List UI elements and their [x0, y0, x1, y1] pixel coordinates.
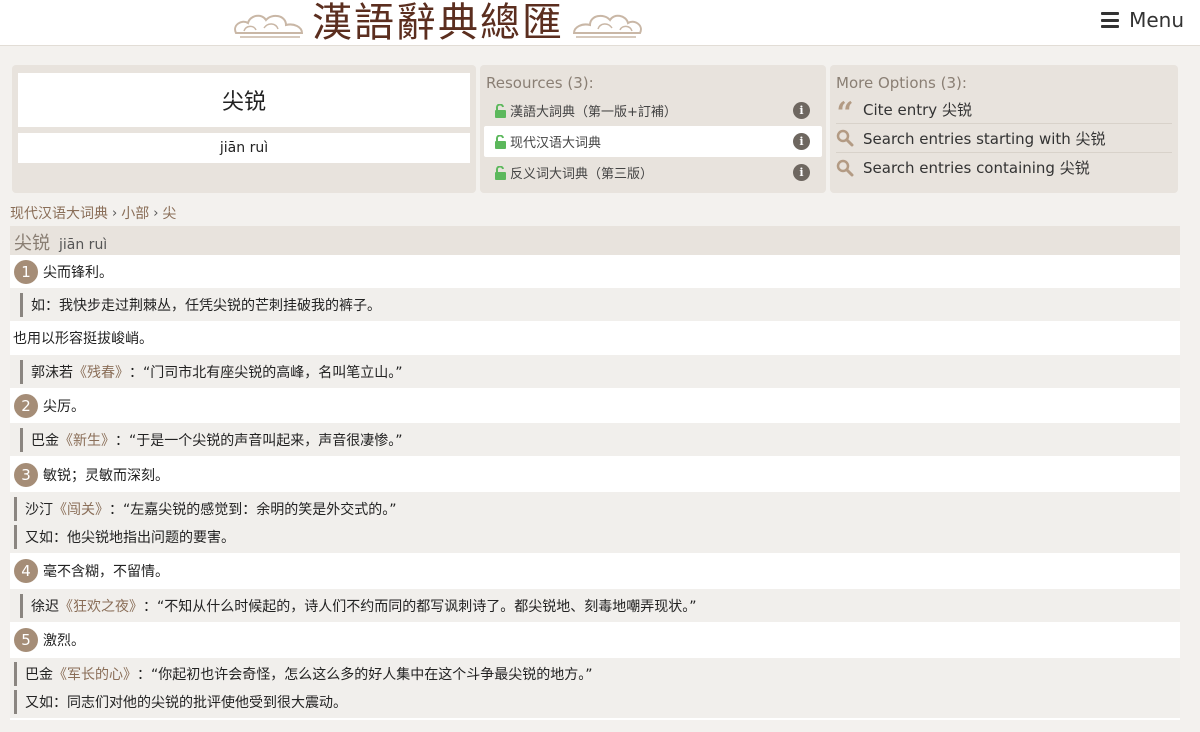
quote-source-link[interactable]: 《新生》	[59, 430, 115, 450]
quote-source-link[interactable]: 《军长的心》	[53, 664, 137, 684]
example-quote: 沙汀 《闯关》 ：“左嘉尖锐的感觉到：余明的笑是外交式的。”	[14, 496, 397, 521]
resources-panel: Resources (3): 漢語大詞典（第一版+訂補） i 现代汉语大词典 i…	[480, 65, 826, 193]
unlock-icon	[495, 134, 506, 149]
sense-row: 5 激烈。	[10, 624, 1180, 656]
resources-list: 漢語大詞典（第一版+訂補） i 现代汉语大词典 i 反义词大词典（第三版） i	[484, 95, 822, 188]
cloud-ornament-right-icon	[572, 14, 642, 38]
info-icon[interactable]: i	[793, 133, 810, 150]
search-starting-option[interactable]: Search entries starting with 尖锐	[836, 124, 1172, 153]
entry-headword: 尖锐	[18, 73, 470, 127]
sense-number: 1	[14, 259, 38, 284]
quote-text: ：“你起初也许会奇怪，怎么这么多的好人集中在这个斗争最尖锐的地方。”	[137, 667, 593, 683]
resource-item-active[interactable]: 现代汉语大词典 i	[484, 126, 822, 157]
quote-source-link[interactable]: 《残春》	[73, 362, 129, 382]
sense-text: 激烈。	[43, 633, 85, 649]
options-list: “ Cite entry 尖锐 Search entries starting …	[836, 95, 1172, 182]
sense-text: 毫不含糊，不留情。	[43, 564, 169, 580]
unlock-icon	[495, 165, 506, 180]
quote-text: ：“左嘉尖锐的感觉到：余明的笑是外交式的。”	[109, 501, 397, 518]
sense-number: 5	[14, 628, 38, 652]
entry-pinyin: jiān ruì	[18, 133, 470, 163]
note-row: 也用以形容挺拔峻峭。	[10, 322, 1180, 354]
breadcrumb-character[interactable]: 尖	[162, 203, 176, 223]
options-title: More Options (3):	[836, 74, 967, 92]
quote-source-link[interactable]: 《狂欢之夜》	[59, 596, 143, 616]
info-icon[interactable]: i	[793, 102, 810, 119]
hamburger-icon	[1101, 12, 1120, 28]
example-quote: 巴金 《新生》 ：“于是一个尖锐的声音叫起来，声音很凄惨。”	[20, 427, 403, 452]
option-label: Search entries containing 尖锐	[863, 159, 1090, 177]
resource-label: 漢語大詞典（第一版+訂補）	[510, 105, 677, 120]
unlock-icon	[495, 103, 506, 118]
logo-text: 漢語辭典總匯	[312, 0, 564, 46]
sense-number: 4	[14, 559, 38, 583]
top-bar: 漢語辭典總匯 Menu	[0, 0, 1200, 46]
sense-text: 敏锐；灵敏而深刻。	[43, 467, 169, 484]
sense-note: 也用以形容挺拔峻峭。	[13, 331, 153, 347]
quote-icon: “	[836, 96, 854, 131]
entry-title-bar: 尖锐 jiān ruì	[10, 226, 1180, 255]
quote-author: 郭沫若	[31, 364, 73, 381]
resources-title: Resources (3):	[486, 74, 594, 92]
example-quote: 如：我快步走过荆棘丛，任凭尖锐的芒刺挂破我的裤子。	[20, 292, 381, 317]
cite-entry-option[interactable]: “ Cite entry 尖锐	[836, 95, 1172, 131]
breadcrumb-radical[interactable]: 小部	[121, 203, 149, 223]
example-quote: 徐迟 《狂欢之夜》 ：“不知从什么时候起的，诗人们不约而同的都写讽刺诗了。都尖锐地、…	[20, 593, 697, 618]
sense-text: 尖厉。	[43, 399, 85, 415]
more-options-panel: More Options (3): “ Cite entry 尖锐 Search…	[830, 65, 1178, 193]
sense-row: 1 尖而锋利。	[10, 256, 1180, 287]
quote-author: 沙汀	[25, 501, 53, 518]
scrollbar[interactable]	[1192, 46, 1200, 732]
example-row: 巴金 《新生》 ：“于是一个尖锐的声音叫起来，声音很凄惨。”	[10, 423, 1180, 456]
example-text: 又如：同志们对他的尖锐的批评使他受到很大震动。	[25, 695, 347, 711]
menu-button[interactable]: Menu	[1101, 8, 1184, 32]
option-label: Cite entry 尖锐	[863, 100, 972, 119]
breadcrumb-dictionary[interactable]: 现代汉语大词典	[10, 203, 108, 223]
search-icon	[836, 159, 854, 176]
sense-number: 2	[14, 394, 38, 418]
quote-text: ：“门司市北有座尖锐的高峰，名叫笔立山。”	[129, 364, 403, 381]
resource-label: 现代汉语大词典	[510, 136, 602, 151]
example-row: 沙汀 《闯关》 ：“左嘉尖锐的感觉到：余明的笑是外交式的。” 又如：他尖锐地指出问题…	[10, 492, 1180, 553]
option-label: Search entries starting with 尖锐	[863, 129, 1106, 148]
info-icon[interactable]: i	[793, 164, 810, 181]
example-row: 巴金 《军长的心》 ：“你起初也许会奇怪，怎么这么多的好人集中在这个斗争最尖锐的地方…	[10, 658, 1180, 718]
example-quote: 巴金 《军长的心》 ：“你起初也许会奇怪，怎么这么多的好人集中在这个斗争最尖锐的地方…	[14, 662, 593, 686]
sense-number: 3	[14, 462, 38, 487]
definition-content: 尖锐 jiān ruì 1 尖而锋利。 如：我快步走过荆棘丛，任凭尖锐的芒刺挂破…	[10, 226, 1180, 720]
example-row: 徐迟 《狂欢之夜》 ：“不知从什么时候起的，诗人们不约而同的都写讽刺诗了。都尖锐地、…	[10, 589, 1180, 622]
example-quote: 又如：他尖锐地指出问题的要害。	[14, 524, 235, 549]
content-pinyin: jiān ruì	[59, 237, 108, 253]
example-row: 郭沫若 《残春》 ：“门司市北有座尖锐的高峰，名叫笔立山。”	[10, 355, 1180, 388]
search-icon	[836, 129, 854, 147]
example-quote: 又如：同志们对他的尖锐的批评使他受到很大震动。	[14, 690, 347, 714]
quote-author: 巴金	[25, 667, 53, 683]
resource-item[interactable]: 反义词大词典（第三版） i	[484, 157, 822, 188]
example-text: 又如：他尖锐地指出问题的要害。	[25, 529, 235, 546]
search-containing-option[interactable]: Search entries containing 尖锐	[836, 153, 1172, 182]
breadcrumb-separator: ›	[153, 205, 159, 221]
sense-row: 4 毫不含糊，不留情。	[10, 555, 1180, 587]
content-headword: 尖锐	[14, 233, 50, 254]
quote-author: 巴金	[31, 432, 59, 449]
breadcrumb-separator: ›	[112, 205, 118, 221]
menu-label: Menu	[1129, 8, 1184, 32]
example-quote: 郭沫若 《残春》 ：“门司市北有座尖锐的高峰，名叫笔立山。”	[20, 359, 403, 384]
example-text: 如：我快步走过荆棘丛，任凭尖锐的芒刺挂破我的裤子。	[31, 297, 381, 314]
sense-row: 2 尖厉。	[10, 390, 1180, 422]
quote-source-link[interactable]: 《闯关》	[53, 499, 109, 519]
entry-panel: 尖锐 jiān ruì	[12, 65, 476, 193]
quote-author: 徐迟	[31, 598, 59, 615]
quote-text: ：“于是一个尖锐的声音叫起来，声音很凄惨。”	[115, 432, 403, 449]
resource-label: 反义词大词典（第三版）	[510, 167, 654, 182]
example-row: 如：我快步走过荆棘丛，任凭尖锐的芒刺挂破我的裤子。	[10, 288, 1180, 321]
sense-row: 3 敏锐；灵敏而深刻。	[10, 458, 1180, 491]
site-logo[interactable]: 漢語辭典總匯	[230, 0, 646, 46]
quote-text: ：“不知从什么时候起的，诗人们不约而同的都写讽刺诗了。都尖锐地、刻毒地嘲弄现状。…	[143, 598, 697, 615]
cloud-ornament-left-icon	[234, 14, 304, 38]
breadcrumb: 现代汉语大词典 › 小部 › 尖	[10, 203, 176, 223]
resource-item[interactable]: 漢語大詞典（第一版+訂補） i	[484, 95, 822, 126]
sense-text: 尖而锋利。	[43, 264, 113, 281]
